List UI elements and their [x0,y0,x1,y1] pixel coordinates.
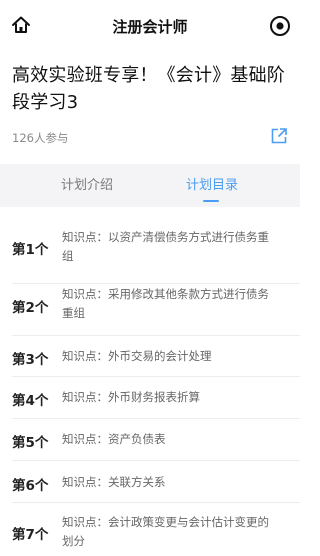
tab-bar: 计划介绍 计划目录 [0,164,300,207]
list-item[interactable]: 第4个 知识点：外币财务报表折算 [0,377,300,419]
item-number: 第2个 [12,300,49,316]
item-number: 第5个 [12,435,49,451]
share-icon[interactable] [270,127,288,145]
list-item[interactable]: 第2个 知识点：采用修改其他条款方式进行债务重组 [0,284,300,336]
item-text: 知识点：以资产清偿债务方式进行债务重组 [62,230,269,263]
active-tab-indicator [203,200,219,202]
item-text: 知识点：外币财务报表折算 [62,390,200,404]
course-title: 高效实验班专享！《会计》基础阶段学习3 [12,65,285,113]
record-icon[interactable] [268,14,292,38]
list-item[interactable]: 第1个 知识点：以资产清偿债务方式进行债务重组 [0,215,300,284]
navigation-bar: 注册会计师 [0,0,300,50]
item-number: 第7个 [12,527,49,543]
list-item[interactable]: 第5个 知识点：资产负债表 [0,419,300,461]
list-item[interactable]: 第3个 知识点：外币交易的会计处理 [0,336,300,377]
item-text: 知识点：采用修改其他条款方式进行债务重组 [62,287,269,320]
item-text: 知识点：会计政策变更与会计估计变更的划分 [62,515,269,548]
item-text: 知识点：资产负债表 [62,432,166,446]
item-number: 第4个 [12,393,49,409]
page-title: 注册会计师 [112,18,188,36]
item-number: 第6个 [12,478,49,494]
item-number: 第3个 [12,352,49,368]
item-text: 知识点：关联方关系 [62,475,166,489]
item-text: 知识点：外币交易的会计处理 [62,349,212,363]
list-item[interactable]: 第6个 知识点：关联方关系 [0,461,300,503]
tab-plan-intro[interactable]: 计划介绍 [27,164,147,207]
item-number: 第1个 [12,242,49,258]
list-item[interactable]: 第7个 知识点：会计政策变更与会计估计变更的划分 [0,503,300,556]
participant-count: 126人参与 [12,131,69,145]
